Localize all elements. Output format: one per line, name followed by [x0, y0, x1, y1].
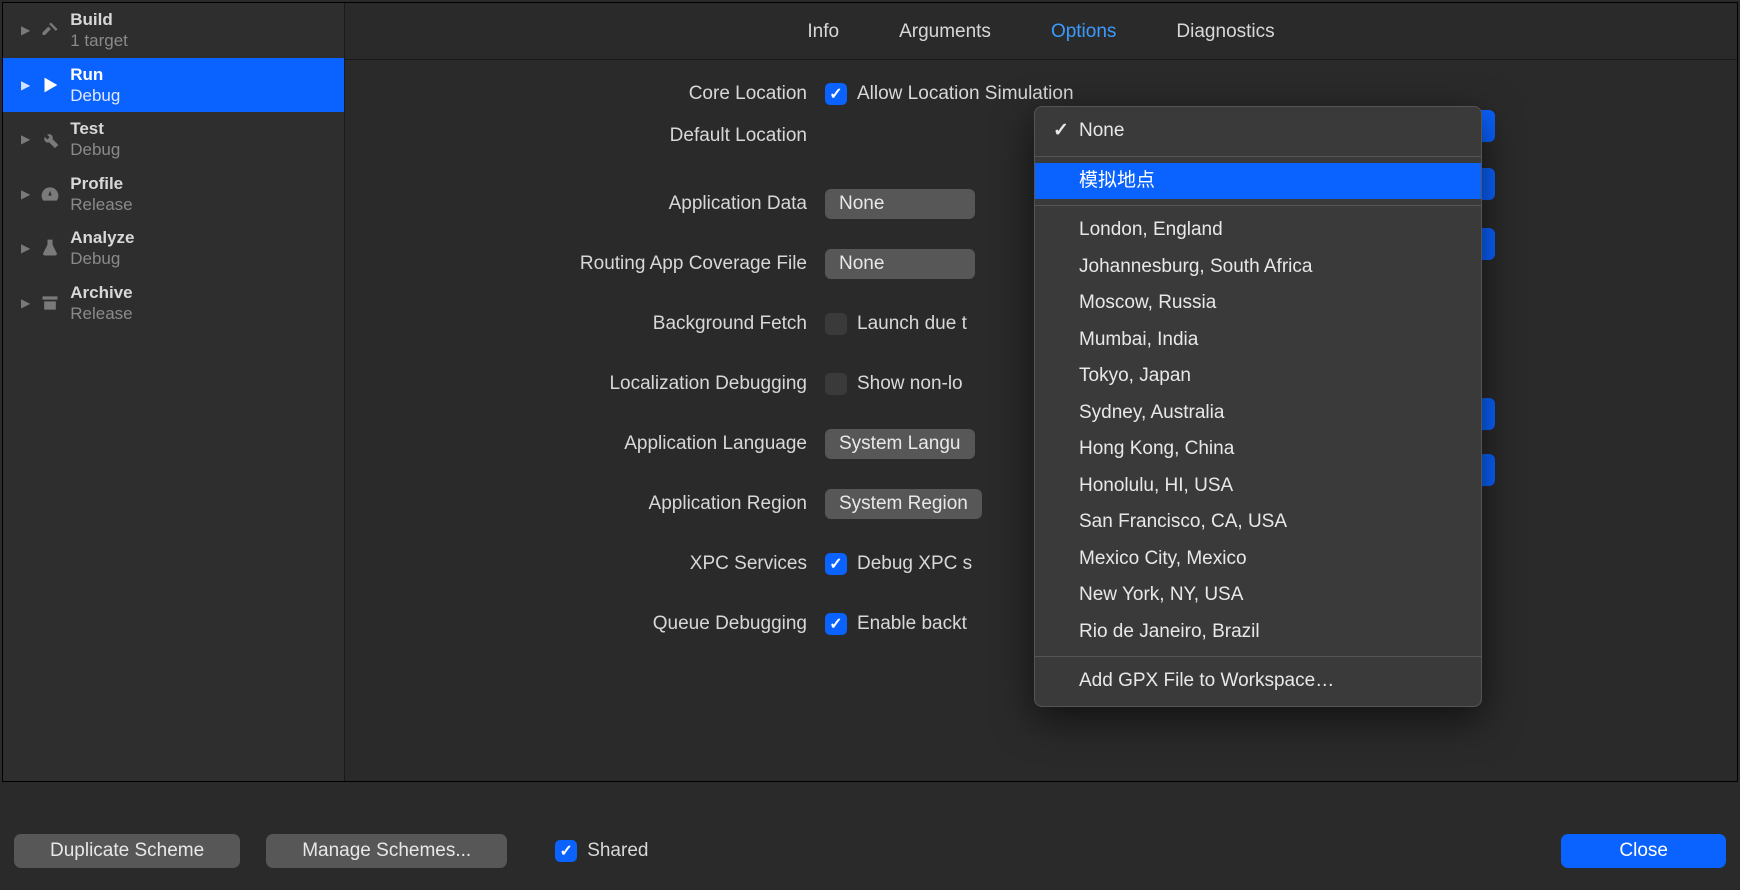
localization-dbg-checkbox[interactable] — [825, 373, 847, 395]
tabs-bar: Info Arguments Options Diagnostics — [345, 3, 1737, 60]
disclosure-icon: ▶ — [21, 241, 30, 255]
queue-label: Queue Debugging — [385, 613, 825, 635]
sidebar-title: Test — [70, 118, 120, 139]
caret-stub-icon — [1481, 228, 1495, 260]
tab-diagnostics[interactable]: Diagnostics — [1176, 21, 1274, 43]
dropdown-item-city[interactable]: New York, NY, USA — [1035, 577, 1481, 614]
flask-icon — [36, 234, 64, 262]
dropdown-item-city[interactable]: Moscow, Russia — [1035, 285, 1481, 322]
dropdown-item-city[interactable]: London, England — [1035, 212, 1481, 249]
tab-info[interactable]: Info — [807, 21, 839, 43]
dropdown-item-city[interactable]: Rio de Janeiro, Brazil — [1035, 614, 1481, 651]
play-icon — [36, 71, 64, 99]
background-fetch-label: Background Fetch — [385, 313, 825, 335]
caret-stub-icon — [1481, 398, 1495, 430]
sidebar-item-profile[interactable]: ▶ Profile Release — [3, 167, 344, 222]
sidebar-sub: Debug — [70, 139, 120, 160]
shared-label: Shared — [587, 840, 648, 862]
shared-checkbox[interactable] — [555, 840, 577, 862]
allow-location-text: Allow Location Simulation — [857, 83, 1074, 105]
sidebar-item-test[interactable]: ▶ Test Debug — [3, 112, 344, 167]
routing-file-select[interactable]: None — [825, 249, 975, 279]
scheme-sidebar: ▶ Build 1 target ▶ Run Debug ▶ Test Debu… — [3, 3, 345, 781]
sidebar-title: Build — [70, 9, 128, 30]
disclosure-icon: ▶ — [21, 296, 30, 310]
sidebar-item-archive[interactable]: ▶ Archive Release — [3, 276, 344, 331]
sidebar-item-build[interactable]: ▶ Build 1 target — [3, 3, 344, 58]
sidebar-sub: Debug — [70, 85, 120, 106]
manage-schemes-button[interactable]: Manage Schemes... — [266, 834, 507, 868]
localization-dbg-text: Show non-lo — [857, 373, 963, 395]
bottom-bar: Duplicate Scheme Manage Schemes... Share… — [0, 834, 1740, 868]
dropdown-item-add-gpx[interactable]: Add GPX File to Workspace… — [1035, 663, 1481, 700]
queue-checkbox[interactable] — [825, 613, 847, 635]
disclosure-icon: ▶ — [21, 132, 30, 146]
dropdown-item-highlighted[interactable]: 模拟地点 — [1035, 163, 1481, 200]
application-data-select[interactable]: None — [825, 189, 975, 219]
hammer-icon — [36, 16, 64, 44]
dropdown-item-city[interactable]: San Francisco, CA, USA — [1035, 504, 1481, 541]
app-language-label: Application Language — [385, 433, 825, 455]
dropdown-separator — [1035, 656, 1481, 657]
application-data-label: Application Data — [385, 193, 825, 215]
xpc-text: Debug XPC s — [857, 553, 972, 575]
sidebar-title: Analyze — [70, 227, 134, 248]
dropdown-separator — [1035, 156, 1481, 157]
tab-arguments[interactable]: Arguments — [899, 21, 991, 43]
core-location-label: Core Location — [385, 83, 825, 105]
caret-stub-icon — [1481, 454, 1495, 486]
sidebar-sub: Release — [70, 194, 132, 215]
dropdown-item-city[interactable]: Sydney, Australia — [1035, 395, 1481, 432]
sidebar-sub: Debug — [70, 248, 134, 269]
disclosure-icon: ▶ — [21, 23, 30, 37]
wrench-icon — [36, 125, 64, 153]
tab-options[interactable]: Options — [1051, 21, 1116, 43]
sidebar-title: Archive — [70, 282, 132, 303]
disclosure-icon: ▶ — [21, 78, 30, 92]
caret-stub-icon — [1481, 110, 1495, 142]
allow-location-checkbox[interactable] — [825, 83, 847, 105]
app-region-select[interactable]: System Region — [825, 489, 982, 519]
gauge-icon — [36, 180, 64, 208]
app-region-label: Application Region — [385, 493, 825, 515]
caret-stub-icon — [1481, 168, 1495, 200]
xpc-checkbox[interactable] — [825, 553, 847, 575]
routing-file-label: Routing App Coverage File — [385, 253, 825, 275]
app-language-select[interactable]: System Langu — [825, 429, 975, 459]
dropdown-item-city[interactable]: Mexico City, Mexico — [1035, 541, 1481, 578]
close-button[interactable]: Close — [1561, 834, 1726, 868]
archive-icon — [36, 289, 64, 317]
background-fetch-checkbox[interactable] — [825, 313, 847, 335]
default-location-label: Default Location — [385, 125, 825, 147]
localization-dbg-label: Localization Debugging — [385, 373, 825, 395]
background-fetch-text: Launch due t — [857, 313, 967, 335]
dropdown-item-city[interactable]: Tokyo, Japan — [1035, 358, 1481, 395]
dropdown-item-city[interactable]: Johannesburg, South Africa — [1035, 249, 1481, 286]
sidebar-sub: 1 target — [70, 30, 128, 51]
sidebar-item-run[interactable]: ▶ Run Debug — [3, 58, 344, 113]
sidebar-sub: Release — [70, 303, 132, 324]
xpc-label: XPC Services — [385, 553, 825, 575]
default-location-dropdown[interactable]: None 模拟地点 London, EnglandJohannesburg, S… — [1034, 106, 1482, 707]
sidebar-title: Profile — [70, 173, 132, 194]
duplicate-scheme-button[interactable]: Duplicate Scheme — [14, 834, 240, 868]
sidebar-item-analyze[interactable]: ▶ Analyze Debug — [3, 221, 344, 276]
dropdown-item-city[interactable]: Hong Kong, China — [1035, 431, 1481, 468]
dropdown-item-none[interactable]: None — [1035, 113, 1481, 150]
sidebar-title: Run — [70, 64, 120, 85]
disclosure-icon: ▶ — [21, 187, 30, 201]
dropdown-item-city[interactable]: Honolulu, HI, USA — [1035, 468, 1481, 505]
queue-text: Enable backt — [857, 613, 967, 635]
dropdown-separator — [1035, 205, 1481, 206]
dropdown-item-city[interactable]: Mumbai, India — [1035, 322, 1481, 359]
